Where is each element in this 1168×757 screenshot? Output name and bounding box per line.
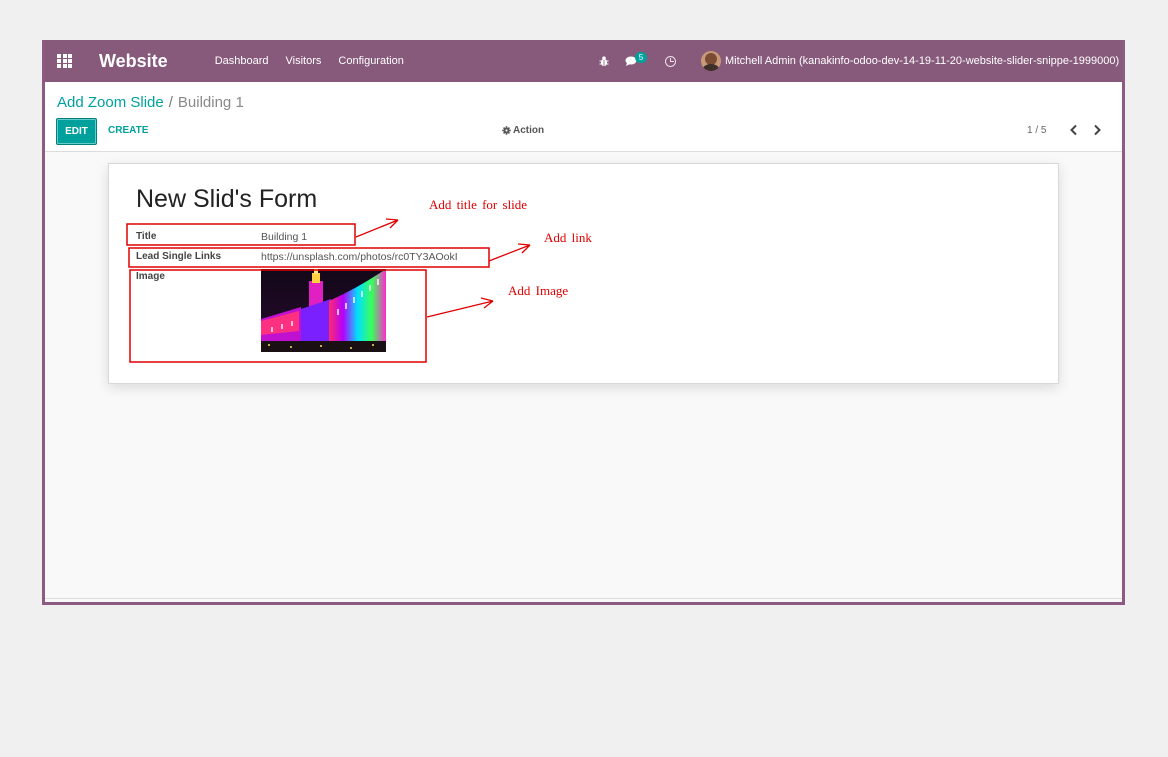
main-menu: Dashboard Visitors Configuration xyxy=(215,55,421,67)
pager-value[interactable]: 1 / 5 xyxy=(1027,125,1046,136)
action-label: Action xyxy=(513,125,545,136)
title-value: Building 1 xyxy=(261,231,308,243)
control-panel: Add Zoom Slide / Building 1 EDIT CREATE Ac… xyxy=(45,82,1122,152)
message-count-badge: 5 xyxy=(635,52,647,63)
edit-button[interactable]: EDIT xyxy=(56,118,97,145)
bug-icon[interactable] xyxy=(599,55,609,67)
form-title: New Slid's Form xyxy=(136,185,318,213)
gear-icon xyxy=(502,126,511,135)
form-sheet: New Slid's Form Title Building 1 Lead Si… xyxy=(108,163,1059,384)
breadcrumb-separator: / xyxy=(168,94,173,111)
user-menu[interactable]: Mitchell Admin (kanakinfo-odoo-dev-14-19… xyxy=(725,55,1119,67)
app-name[interactable]: Website xyxy=(99,51,168,72)
footer-divider xyxy=(45,598,1122,599)
link-annotation: Add link xyxy=(544,230,592,245)
image-label: Image xyxy=(136,271,165,282)
chevron-right-icon[interactable] xyxy=(1092,124,1102,136)
breadcrumb-parent[interactable]: Add Zoom Slide xyxy=(57,94,164,111)
breadcrumb: Add Zoom Slide / Building 1 xyxy=(57,94,244,111)
action-dropdown[interactable]: Action xyxy=(502,125,544,136)
menu-item-visitors[interactable]: Visitors xyxy=(286,55,322,67)
lead-link-value: https://unsplash.com/photos/rc0TY3AOokI xyxy=(261,251,458,263)
clock-icon[interactable] xyxy=(665,55,676,67)
top-navbar: Website Dashboard Visitors Configuration… xyxy=(45,40,1122,82)
menu-item-configuration[interactable]: Configuration xyxy=(338,55,403,67)
slide-image xyxy=(261,269,386,352)
systray: 5 Mitchell Admin (kanakinfo-odoo-dev-14-… xyxy=(599,40,1119,82)
create-button[interactable]: CREATE xyxy=(108,125,148,136)
apps-grid-icon[interactable] xyxy=(57,54,73,68)
breadcrumb-current: Building 1 xyxy=(177,94,244,111)
messages-menu[interactable]: 5 xyxy=(625,52,647,69)
image-annotation: Add Image xyxy=(508,283,569,298)
chevron-left-icon[interactable] xyxy=(1069,124,1079,136)
odoo-window: Website Dashboard Visitors Configuration… xyxy=(42,40,1125,605)
menu-item-dashboard[interactable]: Dashboard xyxy=(215,55,269,67)
avatar[interactable] xyxy=(701,51,721,71)
lead-link-label: Lead Single Links xyxy=(136,251,222,262)
title-annotation: Add title for slide xyxy=(429,197,528,212)
title-label: Title xyxy=(136,231,157,242)
